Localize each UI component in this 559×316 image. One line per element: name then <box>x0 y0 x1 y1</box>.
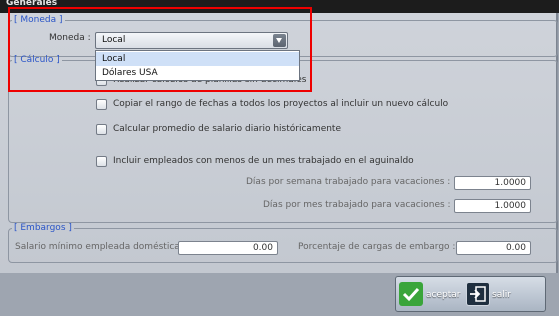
currency-dropdown-list: Local Dólares USA <box>95 50 300 81</box>
chevron-down-icon[interactable] <box>273 34 286 47</box>
currency-option-local[interactable]: Local <box>96 52 299 66</box>
dias-mes-input[interactable]: 1.0000 <box>454 199 531 213</box>
salario-input[interactable]: 0.00 <box>178 241 278 255</box>
historic-average-label: Calcular promedio de salario diario hist… <box>113 124 341 134</box>
window-title: Generales <box>6 0 58 8</box>
exit-button[interactable]: salir <box>466 277 545 311</box>
title-bar: Generales <box>0 0 559 13</box>
include-short-tenure-label: Incluir empleados con menos de un mes tr… <box>113 156 414 166</box>
currency-selected-value: Local <box>102 35 126 45</box>
exit-icon <box>466 282 490 306</box>
action-buttons: aceptar salir <box>395 276 546 312</box>
porcentaje-input[interactable]: 0.00 <box>456 241 531 255</box>
accept-label: aceptar <box>426 290 461 300</box>
copy-date-range-checkbox[interactable] <box>96 99 107 110</box>
calculo-legend: [ Cálculo ] <box>14 55 60 65</box>
currency-option-usd[interactable]: Dólares USA <box>96 66 299 80</box>
embargos-legend: [ Embargos ] <box>14 223 72 233</box>
salario-label: Salario mínimo empleada doméstica <box>15 242 180 252</box>
accept-button[interactable]: aceptar <box>396 277 466 311</box>
historic-average-checkbox[interactable] <box>96 124 107 135</box>
porcentaje-label: Porcentaje de cargas de embargo : <box>298 242 456 252</box>
exit-label: salir <box>492 290 511 300</box>
copy-date-range-label: Copiar el rango de fechas a todos los pr… <box>113 99 449 109</box>
moneda-label: Moneda : <box>49 33 91 43</box>
include-short-tenure-checkbox[interactable] <box>96 156 107 167</box>
check-icon <box>399 282 423 306</box>
dias-mes-label: Días por mes trabajado para vacaciones : <box>263 200 451 210</box>
dias-semana-label: Días por semana trabajado para vacacione… <box>246 177 451 187</box>
currency-select[interactable]: Local <box>95 32 288 49</box>
dias-semana-input[interactable]: 1.0000 <box>454 176 531 190</box>
moneda-legend: [ Moneda ] <box>14 15 63 25</box>
